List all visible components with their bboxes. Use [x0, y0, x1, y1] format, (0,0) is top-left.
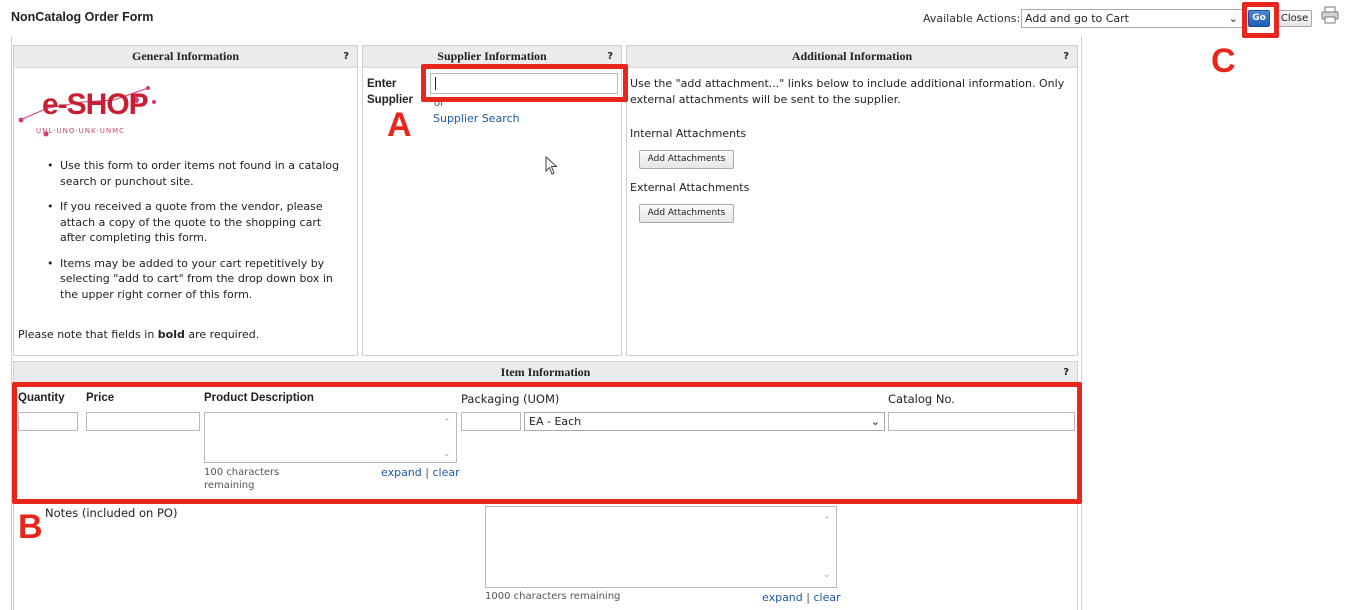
required-note: Please note that fields in bold are requ…: [18, 328, 260, 341]
callout-b: B: [18, 508, 43, 546]
notes-textarea-controls: expand | clear: [762, 591, 841, 604]
scrollbar[interactable]: ⌃ ⌄: [821, 508, 835, 586]
available-actions-label: Available Actions:: [923, 12, 1021, 25]
add-external-attachments-button[interactable]: Add Attachments: [639, 204, 734, 223]
clear-link[interactable]: clear: [813, 591, 840, 604]
page-title: NonCatalog Order Form: [11, 10, 154, 24]
supplier-search-link[interactable]: Supplier Search: [433, 112, 520, 125]
available-actions-select[interactable]: Add and go to Cart ⌄: [1021, 9, 1243, 28]
mouse-pointer-icon: [545, 155, 559, 179]
general-information-panel: General Information ? e-SHOP UNL·UNO·UNK…: [13, 45, 358, 356]
highlight-box-a: [421, 64, 628, 102]
eshop-logo-tagline: UNL·UNO·UNK·UNMC: [36, 127, 126, 135]
instruction-item: Use this form to order items not found i…: [47, 158, 350, 189]
close-button[interactable]: Close: [1277, 10, 1312, 27]
eshop-logo-text: e-SHOP: [42, 88, 149, 121]
scroll-up-icon: ⌃: [823, 516, 831, 526]
expand-link[interactable]: expand: [762, 591, 803, 604]
notes-chars-remaining: 1000 characters remaining: [485, 591, 621, 602]
scroll-down-icon: ⌄: [823, 570, 831, 580]
print-icon[interactable]: [1321, 6, 1339, 24]
instruction-item: If you received a quote from the vendor,…: [47, 199, 350, 246]
item-information-header: Item Information ?: [14, 362, 1077, 384]
chevron-down-icon: ⌄: [1228, 12, 1238, 25]
notes-label: Notes (included on PO): [45, 506, 178, 520]
instruction-list: Use this form to order items not found i…: [14, 158, 350, 312]
add-internal-attachments-button[interactable]: Add Attachments: [639, 150, 734, 169]
instruction-item: Items may be added to your cart repetiti…: [47, 256, 350, 303]
general-information-title: General Information: [132, 49, 239, 63]
item-information-title: Item Information: [500, 365, 591, 379]
general-information-header: General Information ?: [14, 46, 357, 68]
supplier-information-title: Supplier Information: [437, 49, 547, 63]
callout-a: A: [387, 106, 412, 144]
highlight-box-c: [1242, 2, 1279, 38]
help-icon[interactable]: ?: [1063, 46, 1069, 67]
notes-textarea[interactable]: ⌃ ⌄: [485, 506, 837, 588]
highlight-box-b: [12, 382, 1082, 504]
additional-information-title: Additional Information: [791, 49, 913, 63]
enter-supplier-label: Enter Supplier: [367, 78, 414, 106]
internal-attachments-label: Internal Attachments: [630, 127, 747, 140]
available-actions-value: Add and go to Cart: [1025, 12, 1129, 25]
help-icon[interactable]: ?: [1063, 362, 1069, 383]
callout-c: C: [1211, 42, 1236, 80]
additional-information-header: Additional Information ?: [627, 46, 1077, 68]
attachments-intro: Use the "add attachment..." links below …: [630, 77, 1065, 106]
help-icon[interactable]: ?: [343, 46, 349, 67]
additional-information-panel: Additional Information ? Use the "add at…: [626, 45, 1078, 356]
external-attachments-label: External Attachments: [630, 181, 750, 194]
